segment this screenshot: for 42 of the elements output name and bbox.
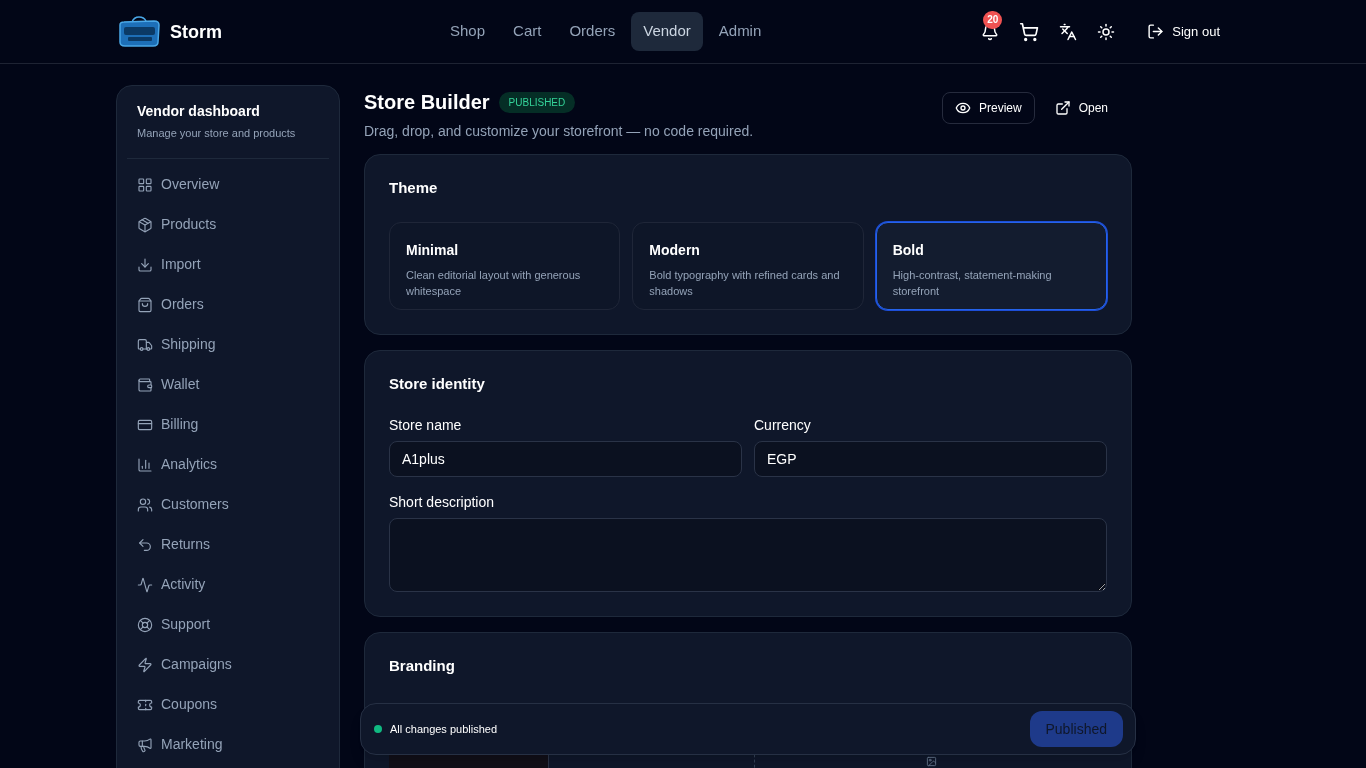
- sidebar-item[interactable]: Overview: [127, 164, 329, 205]
- section-title: Theme: [389, 178, 439, 198]
- sidebar-item[interactable]: Marketing: [127, 724, 329, 765]
- brand-name: Storm: [170, 20, 222, 44]
- section-title: Branding: [389, 656, 456, 676]
- sidebar-item[interactable]: Billing: [127, 404, 329, 445]
- store-name-field[interactable]: A1plus: [389, 441, 742, 477]
- nav-link[interactable]: Cart: [501, 12, 554, 51]
- field-label: Store name: [389, 416, 463, 435]
- page-title: Store Builder: [364, 90, 490, 115]
- sidebar-item[interactable]: Analytics: [127, 444, 329, 485]
- nav-link[interactable]: Vendor: [631, 12, 703, 51]
- currency-field[interactable]: EGP: [754, 441, 1107, 477]
- nav-link[interactable]: Admin: [706, 12, 774, 51]
- open-button[interactable]: Open: [1042, 92, 1120, 124]
- sidebar-item[interactable]: Shipping: [127, 324, 329, 365]
- toast-message: All changes published: [390, 721, 498, 737]
- sidebar-item[interactable]: Orders: [127, 284, 329, 325]
- sidebar-item[interactable]: Import: [127, 244, 329, 285]
- field-label: Currency: [754, 416, 812, 435]
- sidebar-item[interactable]: Wallet: [127, 364, 329, 405]
- sidebar-item[interactable]: Campaigns: [127, 644, 329, 685]
- status-badge: PUBLISHED: [498, 91, 576, 113]
- preview-button[interactable]: Preview: [941, 92, 1035, 124]
- field-label: Short description: [389, 493, 496, 512]
- sidebar-item[interactable]: Products: [127, 204, 329, 245]
- sidebar-item[interactable]: Support: [127, 604, 329, 645]
- sidebar-item[interactable]: Coupons: [127, 684, 329, 725]
- notification-count: 20: [983, 10, 1003, 29]
- sidebar-subtitle: Manage your store and products: [137, 126, 297, 141]
- sidebar-item[interactable]: Customers: [127, 484, 329, 525]
- nav-link[interactable]: Orders: [557, 12, 628, 51]
- theme-option[interactable]: Modern Bold typography with refined cards and shadows: [632, 221, 864, 310]
- nav-link[interactable]: Shop: [438, 12, 498, 51]
- theme-option[interactable]: Minimal Clean editorial layout with generous whitespace: [389, 221, 621, 310]
- sign-out-button[interactable]: Sign out: [1143, 21, 1224, 42]
- sidebar-item[interactable]: Activity: [127, 564, 329, 605]
- theme-option[interactable]: Bold High-contrast, statement-making storefront: [875, 221, 1107, 310]
- section-title: Store identity: [389, 373, 486, 394]
- sidebar-item[interactable]: Returns: [127, 524, 329, 565]
- sidebar-title: Vendor dashboard: [137, 102, 261, 121]
- page-subtitle: Drag, drop, and customize your storefront — no code required.: [364, 122, 754, 141]
